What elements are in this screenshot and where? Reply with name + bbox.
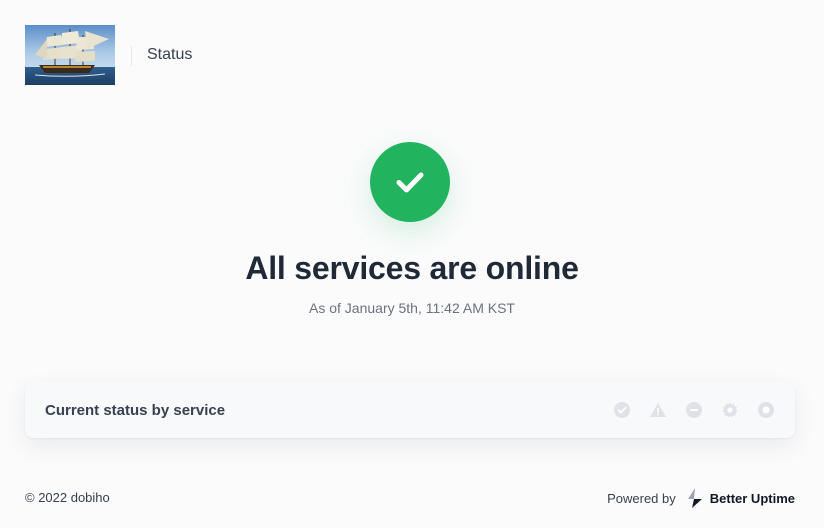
better-uptime-link[interactable]: Better Uptime: [686, 488, 795, 508]
degraded-icon[interactable]: [649, 401, 667, 419]
status-legend: [613, 401, 775, 419]
powered-by: Powered by Better Uptime: [607, 488, 795, 508]
better-uptime-name: Better Uptime: [709, 490, 795, 506]
downtime-icon[interactable]: [685, 401, 703, 419]
site-logo[interactable]: [25, 25, 115, 85]
status-timestamp: As of January 5th, 11:42 AM KST: [309, 300, 515, 316]
services-status-card: Current status by service: [25, 382, 795, 438]
maintenance-icon[interactable]: [721, 401, 739, 419]
overall-status-headline: All services are online: [245, 250, 579, 286]
operational-icon[interactable]: [613, 401, 631, 419]
ship-logo-image: [25, 25, 115, 85]
status-page: Status All services are online As of Jan…: [0, 0, 824, 528]
better-uptime-logo-icon: [687, 488, 702, 508]
header-divider: [131, 46, 132, 66]
footer-copyright: © 2022 dobiho: [25, 490, 110, 505]
services-card-title: Current status by service: [45, 402, 226, 419]
check-icon: [396, 172, 424, 193]
not-monitored-icon[interactable]: [757, 401, 775, 419]
header: [25, 25, 115, 85]
nav-status-link[interactable]: Status: [147, 46, 192, 64]
status-ok-badge: [370, 142, 450, 222]
powered-by-label: Powered by: [607, 490, 676, 506]
